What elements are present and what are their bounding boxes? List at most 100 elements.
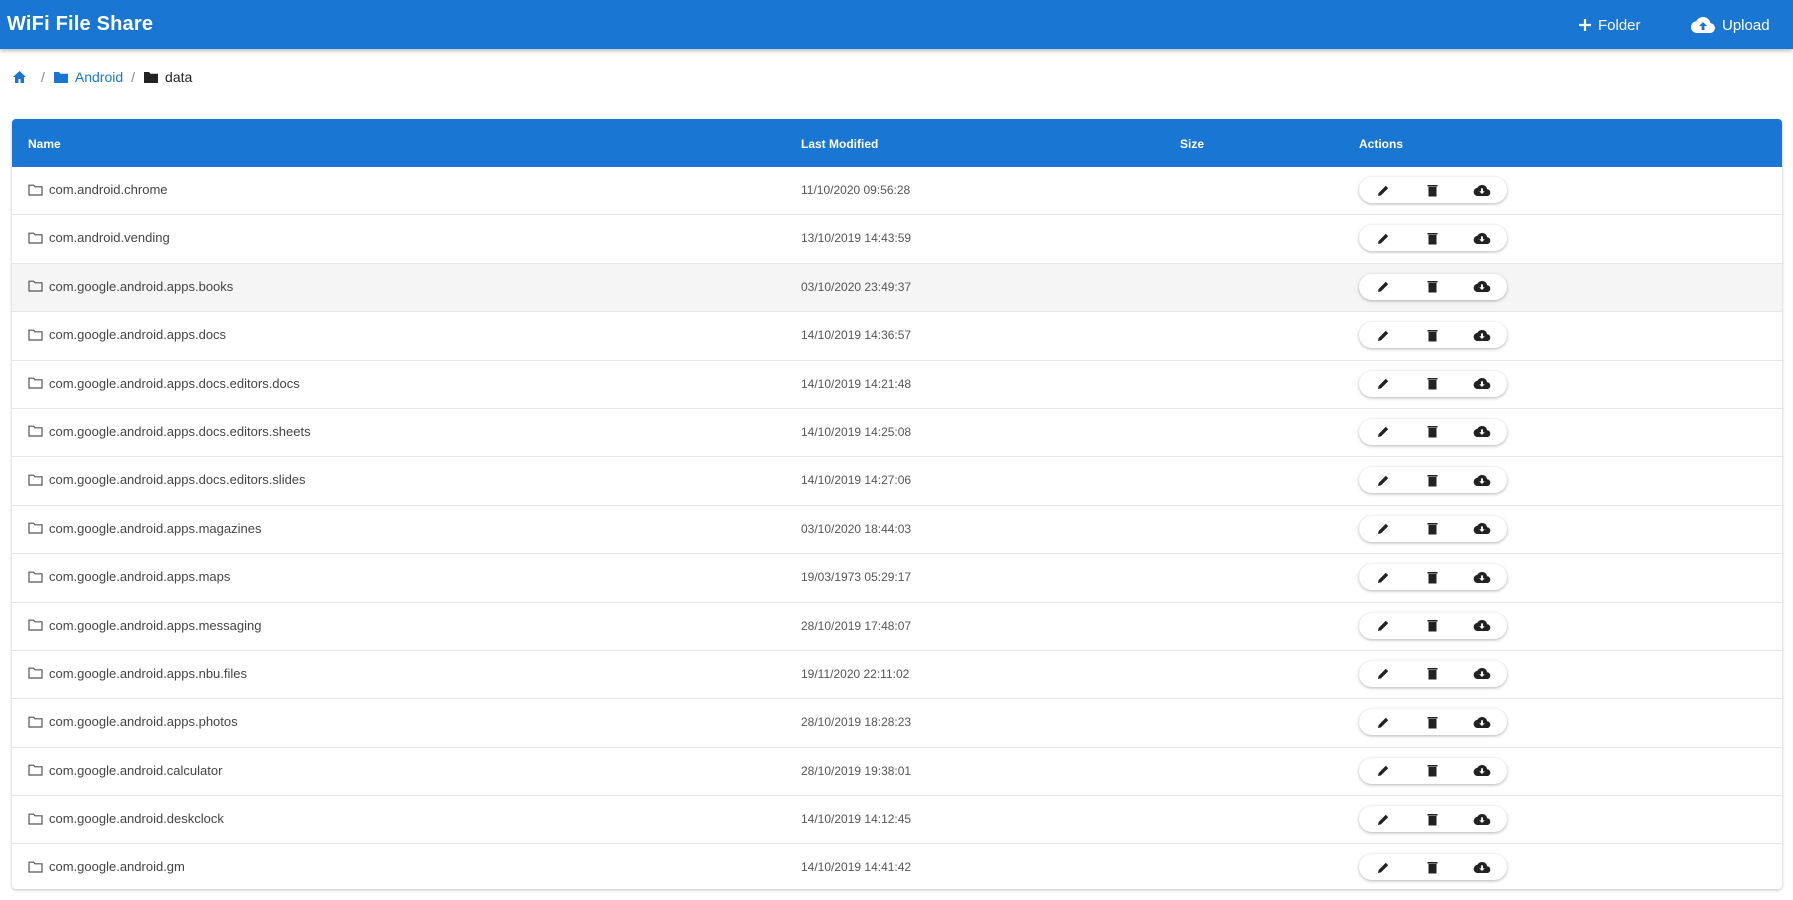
delete-button[interactable] — [1418, 467, 1448, 493]
download-button[interactable] — [1467, 709, 1497, 735]
delete-icon — [1427, 861, 1438, 874]
table-row[interactable]: com.android.chrome 11/10/2020 09:56:28 — [12, 167, 1782, 216]
table-row[interactable]: com.google.android.apps.books 03/10/2020… — [12, 263, 1782, 313]
delete-button[interactable] — [1418, 177, 1448, 203]
rename-button[interactable] — [1369, 758, 1399, 784]
delete-button[interactable] — [1418, 516, 1448, 542]
table-row[interactable]: com.google.android.deskclock 14/10/2019 … — [12, 796, 1782, 845]
row-actions — [1359, 757, 1507, 784]
table-row[interactable]: com.google.android.apps.maps 19/03/1973 … — [12, 554, 1782, 603]
breadcrumb-item-android[interactable]: Android — [53, 69, 123, 85]
delete-button[interactable] — [1418, 758, 1448, 784]
file-name-cell[interactable]: com.google.android.apps.docs.editors.she… — [28, 424, 311, 439]
header-last-modified[interactable]: Last Modified — [801, 137, 878, 151]
last-modified: 14/10/2019 14:12:45 — [801, 812, 912, 827]
row-actions — [1359, 709, 1507, 736]
cloud-download-icon — [1474, 571, 1491, 583]
download-button[interactable] — [1467, 564, 1497, 590]
download-button[interactable] — [1467, 419, 1497, 445]
file-name-cell[interactable]: com.google.android.gm — [28, 859, 185, 874]
rename-button[interactable] — [1369, 709, 1399, 735]
table-row[interactable]: com.google.android.apps.docs.editors.sli… — [12, 457, 1782, 506]
table-row[interactable]: com.google.android.apps.photos 28/10/201… — [12, 699, 1782, 748]
download-button[interactable] — [1467, 806, 1497, 832]
delete-button[interactable] — [1418, 564, 1448, 590]
file-name-cell[interactable]: com.google.android.apps.books — [28, 279, 233, 294]
rename-button[interactable] — [1369, 806, 1399, 832]
rename-button[interactable] — [1369, 613, 1399, 639]
file-name-cell[interactable]: com.google.android.apps.magazines — [28, 521, 261, 536]
row-actions — [1359, 322, 1507, 349]
delete-button[interactable] — [1418, 806, 1448, 832]
row-actions — [1359, 418, 1507, 445]
table-row[interactable]: com.google.android.apps.docs.editors.she… — [12, 409, 1782, 458]
table-row[interactable]: com.google.android.apps.docs.editors.doc… — [12, 361, 1782, 409]
file-name-cell[interactable]: com.google.android.apps.docs.editors.sli… — [28, 472, 306, 487]
rename-button[interactable] — [1369, 564, 1399, 590]
download-button[interactable] — [1467, 758, 1497, 784]
home-icon — [13, 71, 26, 83]
rename-button[interactable] — [1369, 419, 1399, 445]
rename-button[interactable] — [1369, 177, 1399, 203]
delete-button[interactable] — [1418, 371, 1448, 397]
download-button[interactable] — [1467, 854, 1497, 880]
folder-outline-icon — [28, 861, 43, 873]
rename-button[interactable] — [1369, 371, 1399, 397]
header-name[interactable]: Name — [28, 137, 61, 151]
table-row[interactable]: com.google.android.calculator 28/10/2019… — [12, 748, 1782, 797]
file-name-cell[interactable]: com.google.android.apps.photos — [28, 714, 238, 729]
download-button[interactable] — [1467, 371, 1497, 397]
download-button[interactable] — [1467, 661, 1497, 687]
download-button[interactable] — [1467, 613, 1497, 639]
file-name-cell[interactable]: com.google.android.apps.maps — [28, 569, 230, 584]
file-name: com.google.android.deskclock — [49, 811, 224, 827]
file-name-cell[interactable]: com.google.android.calculator — [28, 763, 222, 778]
delete-button[interactable] — [1418, 709, 1448, 735]
upload-button[interactable]: Upload — [1690, 12, 1770, 38]
delete-icon — [1427, 571, 1438, 584]
table-row[interactable]: com.google.android.apps.magazines 03/10/… — [12, 506, 1782, 555]
delete-icon — [1427, 620, 1438, 632]
rename-button[interactable] — [1369, 516, 1399, 542]
delete-button[interactable] — [1418, 274, 1448, 300]
download-button[interactable] — [1467, 274, 1497, 300]
edit-icon — [1378, 427, 1389, 438]
table-row[interactable]: com.google.android.gm 14/10/2019 14:41:4… — [12, 844, 1782, 889]
table-row[interactable]: com.google.android.apps.messaging 28/10/… — [12, 603, 1782, 651]
rename-button[interactable] — [1369, 854, 1399, 880]
new-folder-button[interactable]: Folder — [1578, 12, 1641, 38]
file-name-cell[interactable]: com.android.chrome — [28, 182, 168, 197]
file-name-cell[interactable]: com.android.vending — [28, 230, 170, 245]
download-button[interactable] — [1467, 322, 1497, 348]
breadcrumb-home[interactable] — [12, 70, 33, 84]
file-name-cell[interactable]: com.google.android.apps.nbu.files — [28, 666, 247, 681]
table-row[interactable]: com.android.vending 13/10/2019 14:43:59 — [12, 215, 1782, 264]
file-name-cell[interactable]: com.google.android.apps.messaging — [28, 618, 261, 633]
download-button[interactable] — [1467, 516, 1497, 542]
rename-button[interactable] — [1369, 661, 1399, 687]
delete-icon — [1427, 281, 1438, 293]
download-button[interactable] — [1467, 177, 1497, 203]
rename-button[interactable] — [1369, 274, 1399, 300]
file-name-cell[interactable]: com.google.android.apps.docs — [28, 327, 226, 342]
delete-button[interactable] — [1418, 419, 1448, 445]
file-name-cell[interactable]: com.google.android.deskclock — [28, 811, 224, 826]
file-name-cell[interactable]: com.google.android.apps.docs.editors.doc… — [28, 376, 300, 391]
rename-button[interactable] — [1369, 322, 1399, 348]
rename-button[interactable] — [1369, 467, 1399, 493]
download-button[interactable] — [1467, 225, 1497, 251]
delete-button[interactable] — [1418, 854, 1448, 880]
delete-button[interactable] — [1418, 225, 1448, 251]
file-name: com.google.android.apps.docs.editors.sli… — [49, 472, 306, 488]
download-button[interactable] — [1467, 467, 1497, 493]
table-row[interactable]: com.google.android.apps.docs 14/10/2019 … — [12, 312, 1782, 361]
delete-button[interactable] — [1418, 613, 1448, 639]
rename-button[interactable] — [1369, 225, 1399, 251]
file-name: com.google.android.gm — [49, 859, 185, 875]
header-size[interactable]: Size — [1180, 137, 1204, 151]
delete-button[interactable] — [1418, 661, 1448, 687]
table-row[interactable]: com.google.android.apps.nbu.files 19/11/… — [12, 651, 1782, 700]
delete-button[interactable] — [1418, 322, 1448, 348]
last-modified: 14/10/2019 14:36:57 — [801, 328, 912, 343]
row-actions — [1359, 564, 1507, 591]
